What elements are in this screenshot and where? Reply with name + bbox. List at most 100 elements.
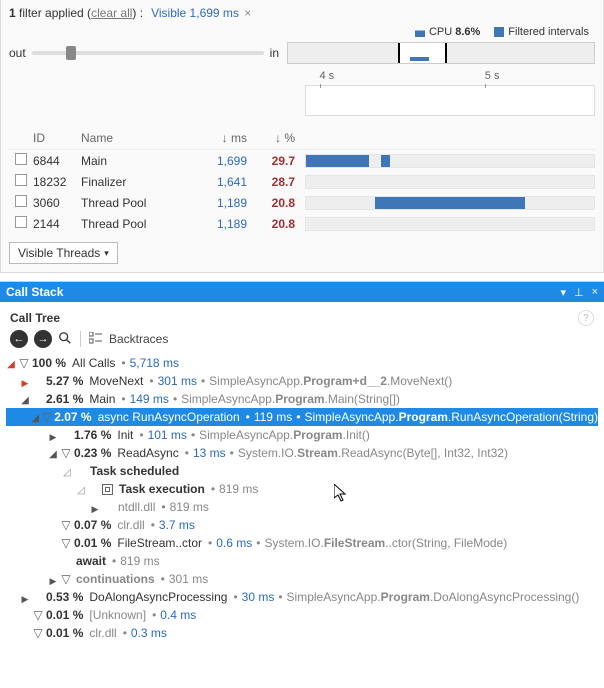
time-link[interactable]: 5,718 ms: [130, 356, 179, 370]
time-link[interactable]: 0.3 ms: [131, 626, 167, 640]
expand-icon[interactable]: [90, 501, 100, 514]
thread-ms: 1,641: [191, 175, 247, 189]
call-stack-panel: Call Stack ▾ ⊥ × Call Tree ? ← → Backtra…: [0, 281, 604, 650]
time-link[interactable]: 0.4 ms: [160, 608, 196, 622]
hotspot-icon: ▽: [60, 572, 72, 586]
percent: 0.01 %: [74, 536, 111, 550]
time-ruler: 4 s 5 s: [305, 70, 595, 86]
node-name: All Calls: [72, 356, 115, 370]
backtraces-icon[interactable]: [89, 332, 103, 347]
checkbox[interactable]: [15, 174, 27, 186]
tree-node[interactable]: ▽continuations•301 ms: [6, 570, 598, 588]
tree-node[interactable]: ▽0.01 %[Unknown]•0.4 ms: [6, 606, 598, 624]
checkbox[interactable]: [15, 153, 27, 165]
checkbox[interactable]: [15, 195, 27, 207]
slider-track[interactable]: [32, 51, 264, 55]
tree-node[interactable]: Task execution•819 ms: [6, 480, 598, 498]
thread-ms: 1,699: [191, 154, 247, 168]
thread-bar: [305, 175, 595, 189]
expand-icon[interactable]: [31, 410, 40, 424]
time-link[interactable]: 101 ms: [148, 428, 187, 442]
tree-node[interactable]: 1.76 %Init•101 ms•SimpleAsyncApp.Program…: [6, 426, 598, 444]
node-name: clr.dll: [89, 626, 116, 640]
node-name: ntdll.dll: [118, 500, 155, 514]
pin-icon[interactable]: ⊥: [574, 286, 584, 299]
zoom-in-label: in: [270, 46, 279, 60]
table-row[interactable]: 2144Thread Pool1,18920.8: [9, 213, 595, 234]
close-icon[interactable]: ×: [244, 6, 251, 20]
ruler-tick: 4 s: [320, 70, 335, 82]
tree-node[interactable]: ▽100 %All Calls•5,718 ms: [6, 354, 598, 372]
search-icon[interactable]: [58, 331, 72, 348]
col-pct[interactable]: ↓ %: [247, 131, 295, 145]
expand-icon[interactable]: [20, 591, 30, 604]
ruler-tick: 5 s: [485, 70, 500, 82]
percent: 0.01 %: [46, 608, 83, 622]
thread-pct: 20.8: [247, 196, 295, 210]
node-name: Task scheduled: [90, 464, 179, 478]
task-icon: [102, 484, 113, 495]
hotspot-icon: ▽: [42, 410, 53, 424]
expand-icon[interactable]: [62, 464, 72, 478]
col-id[interactable]: ID: [33, 131, 81, 145]
window-dropdown-icon[interactable]: ▾: [560, 286, 566, 299]
nav-back-button[interactable]: ←: [10, 330, 28, 348]
expand-icon[interactable]: [48, 429, 58, 442]
hotspot-icon: ▽: [60, 446, 72, 460]
node-name: Main: [89, 392, 115, 406]
threads-panel: 1 filter applied (clear all) : Visible 1…: [0, 0, 604, 273]
percent: 0.53 %: [46, 590, 83, 604]
checkbox[interactable]: [15, 216, 27, 228]
tree-node[interactable]: Task scheduled: [6, 462, 598, 480]
slider-thumb[interactable]: [66, 46, 76, 60]
help-icon[interactable]: ?: [578, 310, 594, 326]
node-name: DoAlongAsyncProcessing: [89, 590, 227, 604]
thread-bar: [305, 217, 595, 231]
time-link[interactable]: 301 ms: [158, 374, 197, 388]
timeline-bar: [410, 57, 428, 61]
tree-node[interactable]: ntdll.dll•819 ms: [6, 498, 598, 516]
tree-node[interactable]: 5.27 %MoveNext•301 ms•SimpleAsyncApp.Pro…: [6, 372, 598, 390]
hotspot-icon: ▽: [60, 518, 72, 532]
tree-node[interactable]: 0.53 %DoAlongAsyncProcessing•30 ms•Simpl…: [6, 588, 598, 606]
time-link[interactable]: 119 ms: [254, 410, 292, 424]
tree-node[interactable]: await•819 ms: [6, 552, 598, 570]
col-name[interactable]: Name: [81, 131, 191, 145]
time-link[interactable]: 149 ms: [130, 392, 169, 406]
tree-node[interactable]: ▽0.01 %clr.dll•0.3 ms: [6, 624, 598, 642]
time-link[interactable]: 30 ms: [242, 590, 275, 604]
expand-icon[interactable]: [20, 392, 30, 406]
table-row[interactable]: 3060Thread Pool1,18920.8: [9, 192, 595, 213]
timeline-overview[interactable]: [287, 42, 595, 64]
table-row[interactable]: 6844Main1,69929.7: [9, 150, 595, 171]
expand-icon[interactable]: [6, 356, 16, 370]
clear-all-link[interactable]: clear all: [91, 6, 132, 20]
time-link[interactable]: 13 ms: [193, 446, 226, 460]
signature: SimpleAsyncApp.Program+d__2.MoveNext(): [209, 374, 452, 388]
backtraces-label[interactable]: Backtraces: [109, 332, 168, 346]
expand-icon[interactable]: [20, 375, 30, 388]
expand-icon[interactable]: [76, 482, 86, 496]
thread-name: Main: [81, 154, 191, 168]
visible-threads-button[interactable]: Visible Threads ▾: [9, 242, 118, 264]
tree-node[interactable]: 2.61 %Main•149 ms•SimpleAsyncApp.Program…: [6, 390, 598, 408]
tree-node[interactable]: ▽0.23 %ReadAsync•13 ms•System.IO.Stream.…: [6, 444, 598, 462]
expand-icon[interactable]: [48, 446, 58, 460]
col-ms[interactable]: ↓ ms: [191, 131, 247, 145]
nav-forward-button[interactable]: →: [34, 330, 52, 348]
tree-node[interactable]: ▽2.07 %async RunAsyncOperation•119 ms•Si…: [6, 408, 598, 426]
legend-box-icon: [494, 27, 504, 37]
close-icon[interactable]: ×: [592, 286, 598, 298]
time-chart[interactable]: [305, 86, 595, 116]
zoom-slider[interactable]: out in: [9, 46, 279, 60]
table-row[interactable]: 18232Finalizer1,64128.7: [9, 171, 595, 192]
time-link[interactable]: 0.6 ms: [216, 536, 252, 550]
filter-chip[interactable]: Visible 1,699 ms ×: [151, 6, 251, 20]
call-tree[interactable]: ▽100 %All Calls•5,718 ms5.27 %MoveNext•3…: [0, 352, 604, 650]
expand-icon[interactable]: [48, 573, 58, 586]
hotspot-icon: ▽: [60, 536, 72, 550]
tree-node[interactable]: ▽0.01 %FileStream..ctor•0.6 ms•System.IO…: [6, 534, 598, 552]
time-link[interactable]: 3.7 ms: [159, 518, 195, 532]
thread-table: ID Name ↓ ms ↓ % 6844Main1,69929.718232F…: [9, 128, 595, 234]
tree-node[interactable]: ▽0.07 %clr.dll•3.7 ms: [6, 516, 598, 534]
